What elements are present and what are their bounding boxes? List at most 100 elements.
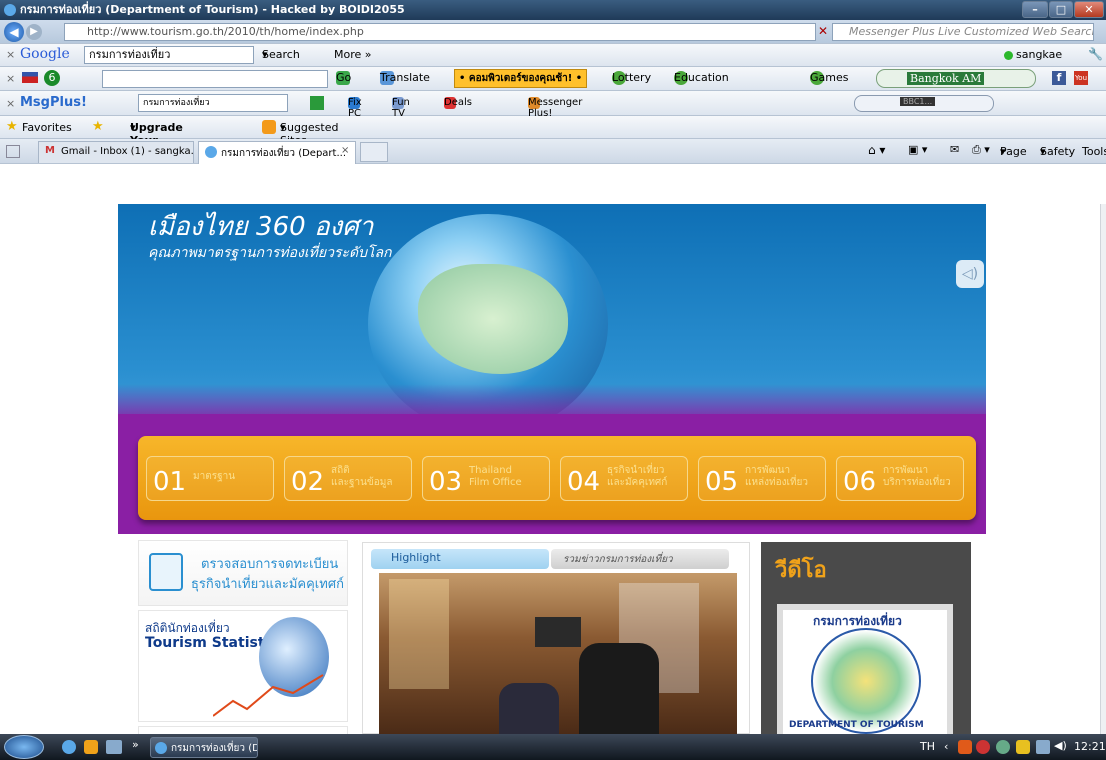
maximize-button[interactable]: □ — [1049, 1, 1073, 18]
quicklaunch-desktop-icon[interactable] — [106, 740, 122, 754]
mail-icon[interactable]: ✉ — [950, 143, 959, 156]
menu-film-office[interactable]: 03 Thailand Film Office — [422, 456, 550, 501]
menu-statistics[interactable]: 02 สถิติ และฐานข้อมูล — [284, 456, 412, 501]
menu-service-development[interactable]: 06 การพัฒนา บริการท่องเที่ยว — [836, 456, 964, 501]
document-icon — [149, 553, 183, 591]
google-search-input[interactable]: กรมการท่องเที่ยว — [84, 46, 254, 64]
tray-messenger-icon[interactable] — [996, 740, 1010, 754]
google-logo: Google — [20, 46, 70, 62]
suggested-sites-icon — [262, 120, 276, 134]
status-dot-icon — [1004, 51, 1013, 60]
video-panel: วีดีโอ กรมการท่องเที่ยว DEPARTMENT OF TO… — [761, 542, 971, 734]
highlight-photo[interactable] — [379, 573, 737, 734]
print-icon[interactable]: ⎙ ▾ — [972, 143, 990, 157]
menu-destination-development[interactable]: 05 การพัฒนา แหล่งท่องเที่ยว — [698, 456, 826, 501]
tray-expand-icon[interactable]: ‹ — [944, 740, 948, 753]
license-check-box[interactable]: ตรวจสอบการจดทะเบียน ธุรกิจนำเที่ยวและมัค… — [138, 540, 348, 606]
tray-security-icon[interactable] — [976, 740, 990, 754]
sound-toggle-icon[interactable]: ◁) — [956, 260, 984, 288]
address-bar-row: ◀ ▶ http://www.tourism.go.th/2010/th/hom… — [0, 20, 1106, 44]
promo-button[interactable]: • คอมพิวเตอร์ของคุณช้า! • — [454, 69, 588, 88]
quicklaunch-ie-icon[interactable] — [62, 740, 76, 754]
menu-tour-business[interactable]: 04 ธุรกิจนำเที่ยว และมัคคุเทศก์ — [560, 456, 688, 501]
search-go-icon[interactable] — [310, 96, 324, 110]
tray-volume-icon[interactable]: ◀) — [1054, 739, 1067, 752]
taskbar: » กรมการท่องเที่ยว (De... TH ‹ ◀) 12:21 — [0, 734, 1106, 760]
tourism-statistics-box[interactable]: สถิตินักท่องเที่ยว Tourism Statistics — [138, 610, 348, 722]
taskbar-ie-icon — [155, 742, 167, 754]
wrench-icon[interactable]: 🔧 — [1088, 47, 1103, 61]
video-thumbnail[interactable]: กรมการท่องเที่ยว DEPARTMENT OF TOURISM — [777, 604, 953, 734]
safety-menu[interactable]: Safety ▾ — [1040, 145, 1075, 158]
language-indicator[interactable]: TH — [920, 740, 935, 753]
web-search-input[interactable]: Messenger Plus Live Customized Web Searc… — [832, 23, 1094, 41]
photo-people — [579, 643, 659, 734]
page-menu[interactable]: Page ▾ — [1000, 145, 1027, 158]
close-toolbar-icon[interactable]: × — [6, 48, 15, 61]
google-toolbar: × Google กรมการท่องเที่ยว Search ▾ More … — [0, 44, 1106, 67]
google-more-button[interactable]: More » — [334, 48, 372, 61]
tray-network-icon[interactable] — [1036, 740, 1050, 754]
addon-toolbar: × 6 Go Translate • คอมพิวเตอร์ของคุณช้า!… — [0, 67, 1106, 91]
radio-player[interactable]: Bangkok AM — [876, 69, 1036, 88]
taskbar-ie-window[interactable]: กรมการท่องเที่ยว (De... — [150, 737, 258, 758]
close-toolbar-icon[interactable]: × — [6, 97, 15, 110]
logo-thai-text: กรมการท่องเที่ยว — [813, 614, 902, 628]
addon-search-input[interactable] — [102, 70, 328, 88]
forward-icon[interactable]: ▶ — [26, 24, 42, 40]
new-tab-button[interactable] — [360, 142, 388, 162]
menu-standards[interactable]: 01 มาตรฐาน — [146, 456, 274, 501]
google-user-menu[interactable]: sangkae — [1016, 48, 1062, 61]
facebook-icon[interactable]: f — [1052, 71, 1066, 85]
feeds-icon[interactable]: ▣ ▾ — [908, 143, 927, 156]
photo-tv — [535, 617, 581, 647]
ie-icon — [4, 4, 16, 16]
minimize-button[interactable]: – — [1022, 1, 1048, 18]
vertical-scrollbar[interactable] — [1100, 204, 1106, 734]
banner-slogan: เมืองไทย 360 องศา — [148, 212, 374, 242]
tray-shield-icon[interactable] — [1016, 740, 1030, 754]
logo-english-text: DEPARTMENT OF TOURISM — [789, 720, 924, 730]
tab-gmail[interactable]: M Gmail - Inbox (1) - sangka... — [38, 141, 194, 163]
web-page: เมืองไทย 360 องศา คุณภาพมาตรฐานการท่องเท… — [0, 204, 1100, 734]
taskbar-clock[interactable]: 12:21 — [1074, 740, 1106, 753]
back-icon[interactable]: ◀ — [4, 22, 24, 42]
google-search-button[interactable]: Search ▾ — [262, 48, 300, 61]
tab-tourism[interactable]: กรมการท่องเที่ยว (Depart... × — [198, 141, 356, 164]
close-tab-icon[interactable]: × — [341, 145, 349, 156]
toolbar-logo-icon: 6 — [44, 70, 60, 86]
section-menu: 01 มาตรฐาน 02 สถิติ และฐานข้อมูล 03 Thailan… — [138, 436, 976, 520]
msgplus-search-input[interactable]: กรมการท่องเที่ยว — [138, 94, 288, 112]
messenger-plus-button[interactable]: Messenger Plus! ▾ — [528, 97, 582, 119]
window-title: กรมการท่องเที่ยว (Department of Tourism)… — [20, 3, 405, 16]
msgplus-logo: MsgPlus! — [20, 95, 87, 110]
license-check-line1: ตรวจสอบการจดทะเบียน — [201, 557, 339, 572]
tab-strip: M Gmail - Inbox (1) - sangka... กรมการท่… — [0, 139, 1106, 164]
quicklaunch-more-icon[interactable]: » — [132, 738, 139, 751]
favorites-button[interactable]: Favorites — [22, 121, 72, 134]
add-favorite-icon[interactable]: ★ — [92, 119, 104, 134]
gmail-icon: M — [45, 145, 55, 156]
flag-icon — [22, 72, 38, 83]
stop-icon[interactable]: ✕ — [818, 24, 828, 38]
suggested-sites-link[interactable]: Suggested Sites ▾ — [280, 121, 338, 147]
quick-tabs-icon[interactable] — [6, 145, 20, 158]
close-toolbar-icon[interactable]: × — [6, 72, 15, 85]
favorites-star-icon: ★ — [6, 119, 18, 134]
tray-app-icon[interactable] — [958, 740, 972, 754]
license-check-line2: ธุรกิจนำเที่ยวและมัคคุเทศก์ — [191, 577, 344, 592]
home-icon[interactable]: ⌂ ▾ — [868, 143, 885, 157]
close-button[interactable]: ✕ — [1074, 1, 1104, 18]
msgplus-toolbar: × MsgPlus! กรมการท่องเที่ยว Fix PC Fun T… — [0, 91, 1106, 119]
upgrade-browser-link[interactable]: Upgrade Your Browser ▾ — [130, 121, 183, 160]
tab-news[interactable]: รวมข่าวกรมการท่องเที่ยว — [551, 549, 729, 569]
youtube-icon[interactable]: You — [1074, 71, 1088, 85]
window-titlebar[interactable]: กรมการท่องเที่ยว (Department of Tourism)… — [0, 0, 1106, 20]
player-station[interactable]: BBC1... — [900, 97, 936, 106]
url-field[interactable]: http://www.tourism.go.th/2010/th/home/in… — [64, 23, 816, 41]
ie-tab-icon — [205, 146, 217, 158]
quicklaunch-folder-icon[interactable] — [84, 740, 98, 754]
tab-highlight[interactable]: Highlight — [371, 549, 549, 569]
start-button[interactable] — [4, 735, 44, 759]
banner-slogan-subtitle: คุณภาพมาตรฐานการท่องเที่ยวระดับโลก — [148, 245, 392, 261]
